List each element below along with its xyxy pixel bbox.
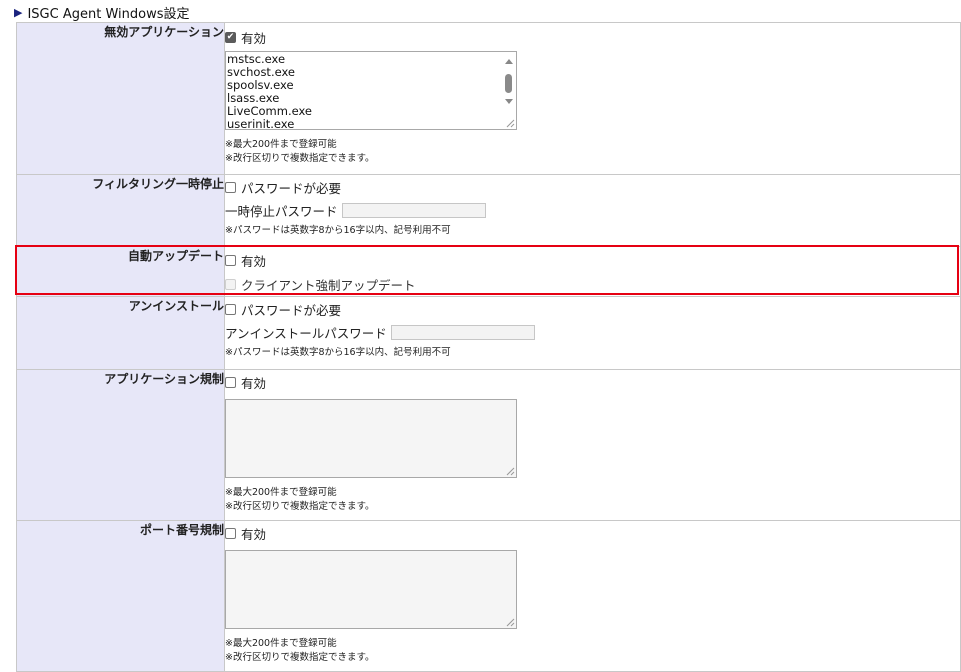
auto-update-enable-checkbox[interactable] — [225, 254, 236, 266]
scroll-up-arrow-icon[interactable] — [505, 59, 513, 64]
resize-handle-icon[interactable] — [505, 466, 515, 476]
row-value: 有効 ※最大200件まで登録可能 ※改行区切りで複数指定できます。 — [224, 369, 961, 521]
row-value: パスワードが必要 一時停止パスワード ※パスワードは英数字8から16字以内、記号… — [224, 174, 961, 247]
scroll-thumb[interactable] — [505, 74, 512, 93]
row-value: パスワードが必要 アンインストールパスワード ※パスワードは英数字8から16字以… — [224, 296, 961, 370]
scroll-down-arrow-icon[interactable] — [505, 99, 513, 104]
row-label: ポート番号規制 — [16, 520, 225, 672]
note-max: ※最大200件まで登録可能 — [225, 487, 337, 498]
uninstall-pw-required-option[interactable]: パスワードが必要 — [225, 299, 960, 319]
note-newline: ※改行区切りで複数指定できます。 — [225, 501, 375, 512]
force-update-option[interactable]: クライアント強制アップデート — [225, 274, 960, 294]
row-label: フィルタリング一時停止 — [16, 174, 225, 247]
resize-handle-icon[interactable] — [505, 617, 515, 627]
row-disabled-apps: 無効アプリケーション ✔ 有効 mstsc.exe svchost.exe spoo… — [16, 22, 961, 175]
port-restriction-enable-label: 有効 — [241, 526, 267, 542]
row-uninstall: アンインストール パスワードが必要 アンインストールパスワード ※パスワードは英… — [16, 296, 961, 370]
app-restriction-textarea[interactable] — [225, 399, 517, 478]
app-restriction-enable-label: 有効 — [241, 375, 267, 391]
textarea-line: userinit.exe — [227, 117, 295, 130]
force-update-checkbox[interactable] — [225, 278, 236, 290]
section-title-text: ISGC Agent Windows設定 — [27, 6, 190, 22]
note-max: ※最大200件まで登録可能 — [225, 139, 337, 150]
note-newline: ※改行区切りで複数指定できます。 — [225, 153, 375, 164]
note-max: ※最大200件まで登録可能 — [225, 638, 337, 649]
pw-required-label: パスワードが必要 — [241, 180, 342, 196]
row-label: アプリケーション規制 — [16, 369, 225, 521]
enable-label: 有効 — [241, 30, 267, 46]
port-restriction-enable-option[interactable]: 有効 — [225, 523, 960, 543]
row-value: 有効 ※最大200件まで登録可能 ※改行区切りで複数指定できます。 — [224, 520, 961, 672]
settings-table: 無効アプリケーション ✔ 有効 mstsc.exe svchost.exe spoo… — [16, 22, 961, 672]
uninstall-pw-required-checkbox[interactable] — [225, 303, 236, 315]
textarea-scrollbar[interactable] — [503, 53, 515, 115]
row-label: 無効アプリケーション — [16, 22, 225, 175]
enable-option[interactable]: ✔ 有効 — [225, 27, 960, 47]
row-port-restriction: ポート番号規制 有効 ※最大200件まで登録可能 ※改行区切りで複数指定できます… — [16, 520, 961, 672]
textarea-content: mstsc.exe svchost.exe spoolsv.exe lsass.exe… — [226, 52, 516, 130]
note-newline: ※改行区切りで複数指定できます。 — [225, 652, 375, 663]
row-value: 有効 クライアント強制アップデート — [224, 246, 961, 297]
triangle-marker-icon: ▶ — [14, 5, 23, 19]
uninstall-pw-required-label: パスワードが必要 — [241, 302, 342, 318]
auto-update-enable-label: 有効 — [241, 253, 267, 269]
password-note: ※パスワードは英数字8から16字以内、記号利用不可 — [225, 225, 451, 236]
uninstall-password-label: アンインストールパスワード — [225, 325, 387, 341]
enable-checkbox[interactable]: ✔ — [225, 31, 236, 43]
section-title: ▶ ISGC Agent Windows設定 — [14, 3, 190, 22]
pw-required-option[interactable]: パスワードが必要 — [225, 177, 960, 197]
row-filtering-pause: フィルタリング一時停止 パスワードが必要 一時停止パスワード ※パスワードは英数… — [16, 174, 961, 247]
row-label: 自動アップデート — [16, 246, 225, 297]
pw-required-checkbox[interactable] — [225, 181, 236, 193]
resize-handle-icon[interactable] — [505, 118, 515, 128]
row-app-restriction: アプリケーション規制 有効 ※最大200件まで登録可能 ※改行区切りで複数指定で… — [16, 369, 961, 521]
port-restriction-enable-checkbox[interactable] — [225, 527, 236, 539]
uninstall-password-row: アンインストールパスワード — [225, 319, 960, 345]
row-auto-update: 自動アップデート 有効 クライアント強制アップデート — [16, 246, 961, 297]
pause-password-label: 一時停止パスワード — [225, 203, 338, 219]
disabled-apps-textarea[interactable]: mstsc.exe svchost.exe spoolsv.exe lsass.exe… — [225, 51, 517, 130]
password-note: ※パスワードは英数字8から16字以内、記号利用不可 — [225, 347, 451, 358]
app-restriction-enable-checkbox[interactable] — [225, 376, 236, 388]
pause-password-input[interactable] — [341, 202, 486, 218]
app-restriction-enable-option[interactable]: 有効 — [225, 372, 960, 392]
force-update-label: クライアント強制アップデート — [241, 277, 416, 293]
uninstall-password-input[interactable] — [390, 324, 535, 340]
port-restriction-textarea[interactable] — [225, 550, 517, 629]
row-value: ✔ 有効 mstsc.exe svchost.exe spoolsv.exe lsas… — [224, 22, 961, 175]
row-label: アンインストール — [16, 296, 225, 370]
auto-update-enable-option[interactable]: 有効 — [225, 250, 960, 270]
pause-password-row: 一時停止パスワード — [225, 197, 960, 223]
